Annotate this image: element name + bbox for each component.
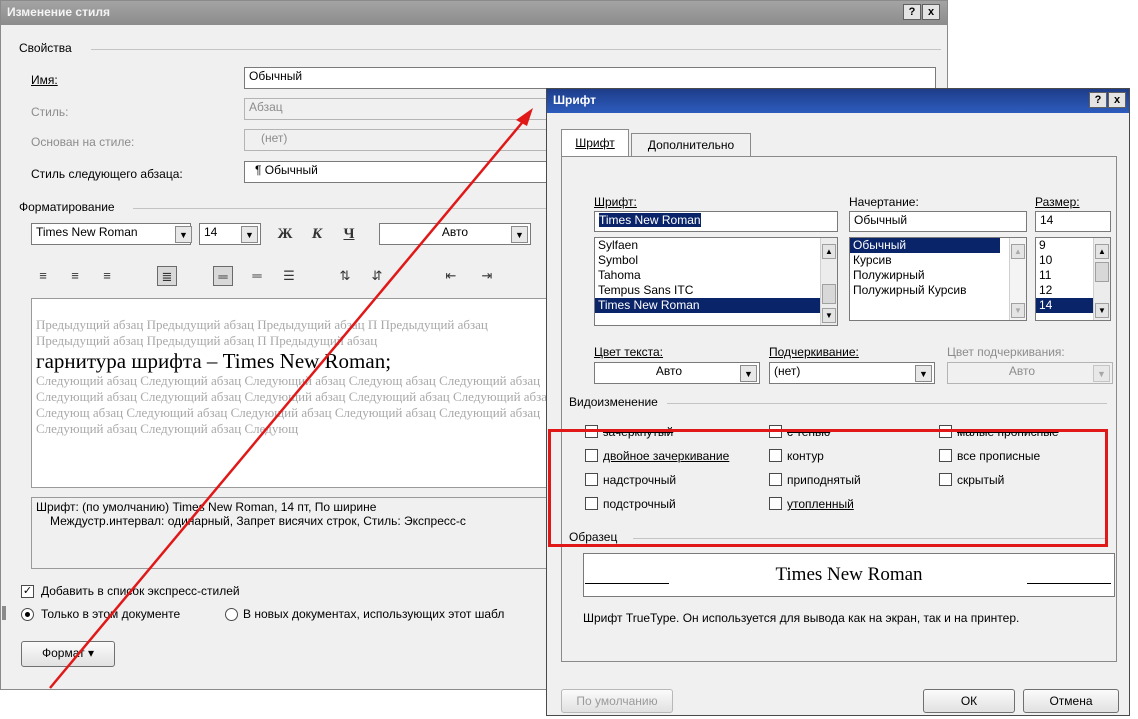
arrow-head (516, 108, 533, 126)
annotation-arrow (49, 108, 533, 689)
arrow-line (49, 117, 527, 689)
